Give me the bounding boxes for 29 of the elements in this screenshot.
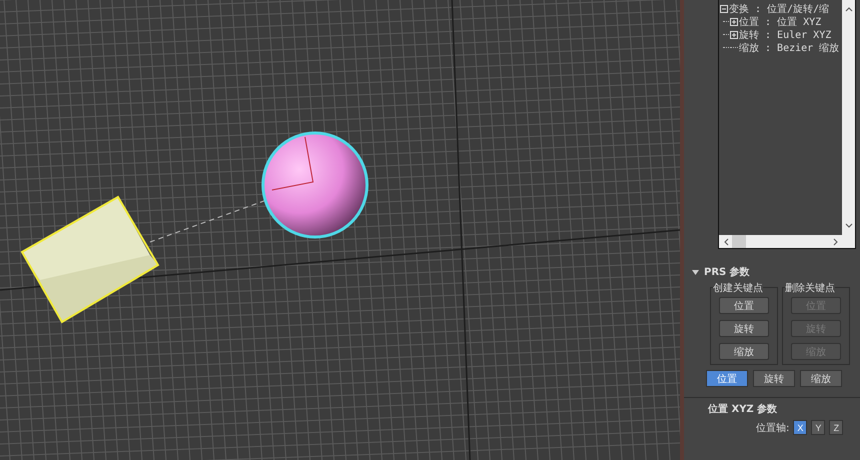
group-title: 创建关键点 bbox=[713, 281, 763, 295]
tree-item[interactable]: 位置 : 位置 XYZ bbox=[720, 15, 842, 28]
mode-tab[interactable]: 旋转 bbox=[753, 370, 795, 387]
key-button[interactable]: 缩放 bbox=[719, 343, 769, 360]
axis-button[interactable]: Y bbox=[811, 420, 826, 435]
expand-icon[interactable] bbox=[730, 18, 738, 26]
mode-tab[interactable]: 缩放 bbox=[800, 370, 842, 387]
tree-item[interactable]: 旋转 : Euler XYZ bbox=[720, 28, 842, 41]
rollout-title[interactable]: 位置 XYZ 参数 bbox=[708, 404, 778, 415]
tree-item[interactable]: 缩放 : Bezier 缩放 bbox=[720, 41, 842, 54]
axis-label: 位置轴: bbox=[756, 422, 790, 434]
scroll-thumb[interactable] bbox=[732, 235, 746, 248]
expand-icon[interactable] bbox=[730, 30, 738, 38]
collapse-triangle-icon[interactable] bbox=[692, 268, 699, 276]
axis-button[interactable]: Z bbox=[829, 420, 844, 435]
mode-tab[interactable]: 位置 bbox=[706, 370, 748, 387]
tree-item[interactable]: 变换 : 位置/旋转/缩 bbox=[720, 2, 842, 15]
key-button[interactable]: 位置 bbox=[719, 297, 769, 314]
vertical-scrollbar[interactable] bbox=[842, 0, 855, 235]
rollout-title[interactable]: PRS 参数 bbox=[704, 265, 750, 279]
axis-button[interactable]: X bbox=[793, 420, 808, 435]
expand-icon[interactable] bbox=[720, 4, 728, 12]
tree-label: 位置 : 位置 XYZ bbox=[739, 16, 822, 28]
key-button[interactable]: 旋转 bbox=[719, 320, 769, 337]
tree-label: 变换 : 位置/旋转/缩 bbox=[729, 2, 830, 16]
group-title: 删除关键点 bbox=[785, 281, 835, 295]
tree-label: 缩放 : Bezier 缩放 bbox=[739, 42, 840, 54]
horizontal-scrollbar[interactable] bbox=[719, 235, 855, 248]
tree-label: 旋转 : Euler XYZ bbox=[739, 28, 832, 42]
